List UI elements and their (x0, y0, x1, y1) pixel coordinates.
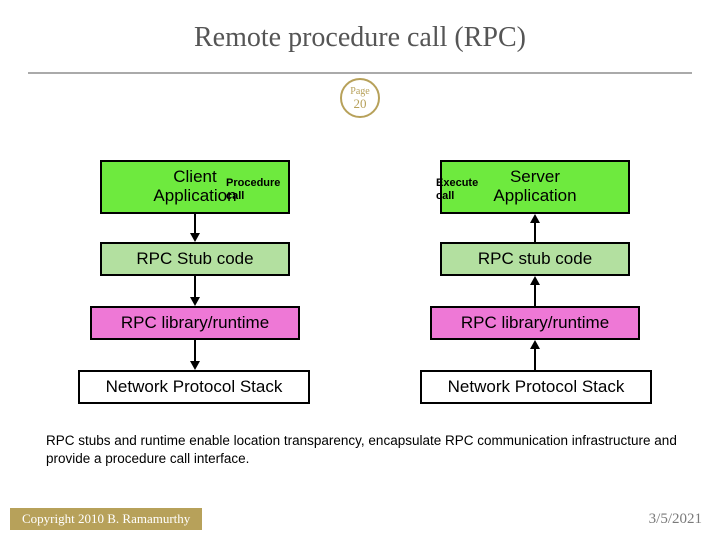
server-application-label: ServerApplication (493, 168, 576, 205)
client-stub-label: RPC Stub code (136, 249, 253, 269)
server-network-box: Network Protocol Stack (420, 370, 652, 404)
client-network-label: Network Protocol Stack (106, 377, 283, 397)
arrow-line (534, 284, 536, 306)
procedure-call-label: Procedurecall (226, 177, 280, 202)
client-application-label: ClientApplication (153, 168, 236, 205)
divider (28, 72, 692, 74)
client-runtime-label: RPC library/runtime (121, 313, 269, 333)
server-runtime-label: RPC library/runtime (461, 313, 609, 333)
caption-text: RPC stubs and runtime enable location tr… (46, 432, 680, 468)
page-badge-label: Page (350, 87, 369, 97)
execute-call-label: Executecall (436, 177, 478, 202)
server-network-label: Network Protocol Stack (448, 377, 625, 397)
rpc-diagram: ClientApplication RPC Stub code RPC libr… (0, 150, 720, 460)
arrow-down-icon (190, 233, 200, 242)
client-network-box: Network Protocol Stack (78, 370, 310, 404)
server-runtime-box: RPC library/runtime (430, 306, 640, 340)
slide: Remote procedure call (RPC) Page 20 Clie… (0, 0, 720, 540)
page-number-badge: Page 20 (340, 78, 380, 118)
arrow-down-icon (190, 361, 200, 370)
arrow-line (194, 214, 196, 234)
arrow-line (534, 348, 536, 370)
server-stub-label: RPC stub code (478, 249, 592, 269)
arrow-line (194, 276, 196, 298)
page-badge-number: 20 (354, 97, 367, 110)
date-footer: 3/5/2021 (649, 511, 702, 528)
arrow-line (534, 222, 536, 242)
server-stub-box: RPC stub code (440, 242, 630, 276)
client-stub-box: RPC Stub code (100, 242, 290, 276)
page-title: Remote procedure call (RPC) (0, 0, 720, 54)
copyright-footer: Copyright 2010 B. Ramamurthy (10, 508, 202, 530)
arrow-down-icon (190, 297, 200, 306)
arrow-line (194, 340, 196, 362)
client-runtime-box: RPC library/runtime (90, 306, 300, 340)
